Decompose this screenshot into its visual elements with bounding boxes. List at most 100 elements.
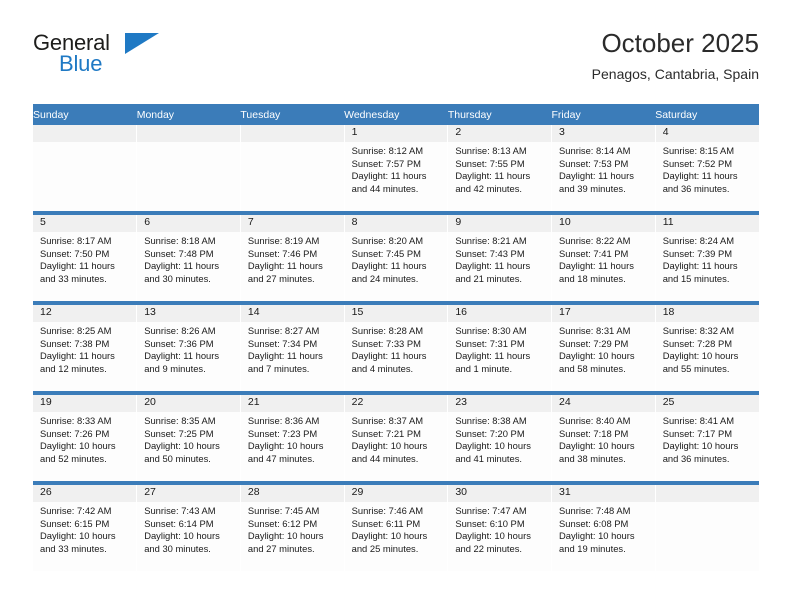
day-cell-19: Sunrise: 8:33 AM Sunset: 7:26 PM Daylight:… — [33, 412, 138, 481]
day-detail-line: Sunrise: 8:30 AM — [455, 325, 527, 336]
title-block: October 2025 Penagos, Cantabria, Spain — [592, 26, 759, 84]
day-cell-empty — [136, 142, 241, 211]
day-detail-line: Daylight: 11 hours — [351, 350, 427, 362]
day-detail-row: Sunrise: 8:25 AM Sunset: 7:38 PM Daylight:… — [33, 322, 759, 391]
brand-logo[interactable]: General Blue — [33, 30, 263, 90]
day-detail-line: and 7 minutes. — [247, 362, 310, 374]
day-detail-line: Daylight: 11 hours — [144, 260, 220, 272]
day-number-25[interactable]: 25 — [655, 395, 759, 412]
day-detail-line: Sunset: 7:46 PM — [247, 247, 318, 259]
day-detail-line: Daylight: 11 hours — [559, 260, 634, 272]
day-cell-16: Sunrise: 8:30 AM Sunset: 7:31 PM Daylight:… — [447, 322, 553, 391]
day-detail-line: and 27 minutes. — [247, 542, 315, 554]
day-number-9[interactable]: 9 — [447, 215, 553, 232]
day-detail-line: Sunrise: 7:42 AM — [40, 505, 112, 516]
day-detail-line: Sunset: 7:17 PM — [662, 427, 733, 439]
day-detail-line: Sunset: 7:48 PM — [144, 247, 214, 259]
day-cell-5: Sunrise: 8:17 AM Sunset: 7:50 PM Daylight:… — [33, 232, 138, 301]
day-detail-line: and 4 minutes. — [351, 362, 414, 374]
day-number-16[interactable]: 16 — [447, 305, 553, 322]
day-detail-line: Sunrise: 8:12 AM — [351, 145, 424, 156]
day-number-29[interactable]: 29 — [344, 485, 449, 502]
day-detail-line: Daylight: 11 hours — [247, 350, 323, 362]
day-number-28[interactable]: 28 — [240, 485, 345, 502]
day-detail-line: Daylight: 10 hours — [455, 440, 531, 452]
day-number-30[interactable]: 30 — [447, 485, 553, 502]
day-detail-line: Sunrise: 8:28 AM — [351, 325, 424, 336]
day-detail-row: Sunrise: 8:17 AM Sunset: 7:50 PM Daylight:… — [33, 232, 759, 301]
day-number-10[interactable]: 10 — [551, 215, 656, 232]
day-detail-line: Sunrise: 7:46 AM — [351, 505, 424, 516]
day-detail-line: and 33 minutes. — [40, 542, 107, 554]
day-number-31[interactable]: 31 — [551, 485, 656, 502]
day-cell-24: Sunrise: 8:40 AM Sunset: 7:18 PM Daylight:… — [551, 412, 656, 481]
day-detail-line: Daylight: 10 hours — [662, 350, 739, 362]
day-detail-line: Daylight: 10 hours — [247, 440, 324, 452]
day-number-17[interactable]: 17 — [551, 305, 656, 322]
day-number-24[interactable]: 24 — [551, 395, 656, 412]
day-number-27[interactable]: 27 — [136, 485, 241, 502]
day-number-row: 1234 — [33, 125, 759, 142]
day-number-8[interactable]: 8 — [344, 215, 449, 232]
day-detail-line: Sunset: 7:43 PM — [455, 247, 525, 259]
day-cell-25: Sunrise: 8:41 AM Sunset: 7:17 PM Daylight:… — [655, 412, 759, 481]
day-detail-line: and 42 minutes. — [455, 182, 523, 194]
day-detail-line: Sunrise: 7:45 AM — [247, 505, 320, 516]
day-number-11[interactable]: 11 — [655, 215, 759, 232]
day-detail-line: Sunset: 7:29 PM — [559, 337, 629, 349]
day-detail-line: Sunset: 7:21 PM — [351, 427, 421, 439]
blue-triangle-logo-mark-icon — [125, 33, 159, 54]
day-number-empty — [33, 125, 138, 142]
day-cell-26: Sunrise: 7:42 AM Sunset: 6:15 PM Daylight:… — [33, 502, 138, 571]
day-cell-20: Sunrise: 8:35 AM Sunset: 7:25 PM Daylight:… — [136, 412, 241, 481]
day-number-13[interactable]: 13 — [136, 305, 241, 322]
day-number-empty — [136, 125, 241, 142]
day-detail-line: and 9 minutes. — [144, 362, 206, 374]
day-detail-line: and 36 minutes. — [662, 182, 730, 194]
day-number-4[interactable]: 4 — [655, 125, 759, 142]
day-number-3[interactable]: 3 — [551, 125, 656, 142]
day-detail-line: Sunset: 7:26 PM — [40, 427, 110, 439]
day-detail-line: and 36 minutes. — [662, 452, 730, 464]
weekday-header-thursday: Thursday — [447, 104, 552, 125]
day-number-21[interactable]: 21 — [240, 395, 345, 412]
day-detail-line: Sunrise: 8:33 AM — [40, 415, 112, 426]
day-detail-line: and 12 minutes. — [40, 362, 107, 374]
day-number-6[interactable]: 6 — [136, 215, 241, 232]
day-detail-line: Sunrise: 7:48 AM — [559, 505, 631, 516]
day-detail-line: Sunset: 7:31 PM — [455, 337, 525, 349]
day-cell-4: Sunrise: 8:15 AM Sunset: 7:52 PM Daylight:… — [655, 142, 759, 211]
day-detail-line: Daylight: 10 hours — [351, 440, 428, 452]
day-number-15[interactable]: 15 — [344, 305, 449, 322]
day-number-14[interactable]: 14 — [240, 305, 345, 322]
calendar-grid: Sunday Monday Tuesday Wednesday Thursday Frid… — [33, 104, 759, 571]
day-number-26[interactable]: 26 — [33, 485, 138, 502]
day-number-7[interactable]: 7 — [240, 215, 345, 232]
day-cell-2: Sunrise: 8:13 AM Sunset: 7:55 PM Daylight:… — [447, 142, 553, 211]
day-detail-line: Sunset: 7:33 PM — [351, 337, 421, 349]
day-number-2[interactable]: 2 — [447, 125, 553, 142]
day-detail-row: Sunrise: 8:12 AM Sunset: 7:57 PM Daylight:… — [33, 142, 759, 211]
day-number-12[interactable]: 12 — [33, 305, 138, 322]
day-detail-line: and 30 minutes. — [144, 272, 211, 284]
day-detail-line: Daylight: 10 hours — [40, 530, 116, 542]
day-detail-line: Sunrise: 8:15 AM — [662, 145, 735, 156]
day-cell-29: Sunrise: 7:46 AM Sunset: 6:11 PM Daylight:… — [344, 502, 449, 571]
day-cell-23: Sunrise: 8:38 AM Sunset: 7:20 PM Daylight:… — [447, 412, 553, 481]
day-number-5[interactable]: 5 — [33, 215, 138, 232]
day-detail-line: Sunrise: 8:38 AM — [455, 415, 527, 426]
day-cell-1: Sunrise: 8:12 AM Sunset: 7:57 PM Daylight:… — [344, 142, 449, 211]
day-detail-line: Daylight: 11 hours — [40, 260, 115, 272]
day-number-1[interactable]: 1 — [344, 125, 449, 142]
day-number-22[interactable]: 22 — [344, 395, 449, 412]
day-number-19[interactable]: 19 — [33, 395, 138, 412]
day-number-18[interactable]: 18 — [655, 305, 759, 322]
day-cell-31: Sunrise: 7:48 AM Sunset: 6:08 PM Daylight:… — [551, 502, 656, 571]
day-detail-line: Daylight: 11 hours — [351, 260, 427, 272]
day-cell-empty — [240, 142, 345, 211]
day-detail-line: Daylight: 11 hours — [40, 350, 115, 362]
day-detail-line: and 30 minutes. — [144, 542, 211, 554]
day-number-empty — [240, 125, 345, 142]
day-number-20[interactable]: 20 — [136, 395, 241, 412]
day-number-23[interactable]: 23 — [447, 395, 553, 412]
